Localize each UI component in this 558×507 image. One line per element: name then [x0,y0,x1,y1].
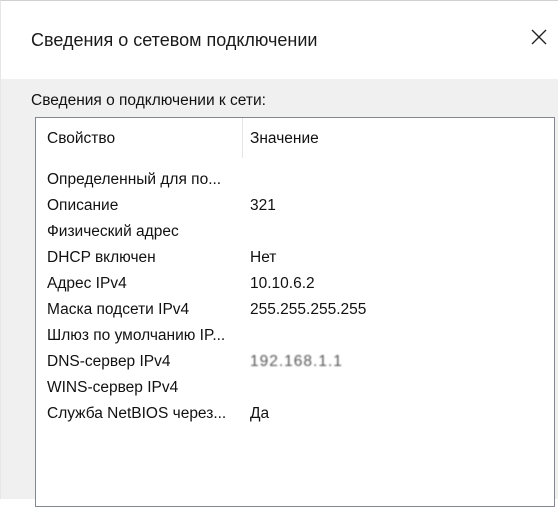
list-item[interactable]: Определенный для по... [36,167,554,193]
value-cell: 255.255.255.255 [250,301,367,318]
value-cell: 192.168.1.1 [250,353,343,370]
property-cell: WINS-сервер IPv4 [47,379,179,396]
property-cell: Адрес IPv4 [47,275,127,292]
value-cell: Да [250,405,270,422]
value-cell: Нет [250,249,277,266]
column-divider[interactable] [242,118,243,158]
list-rows: Определенный для по... Описание 321 Физи… [36,167,554,427]
property-cell: Маска подсети IPv4 [47,301,190,318]
close-icon [531,29,547,45]
list-item[interactable]: Шлюз по умолчанию IP... [36,323,554,349]
list-item[interactable]: DHCP включен Нет [36,245,554,271]
list-header: Свойство Значение [36,118,554,158]
close-button[interactable] [519,13,558,61]
list-item[interactable]: Адрес IPv4 10.10.6.2 [36,271,554,297]
window-title: Сведения о сетевом подключении [31,30,318,50]
list-item[interactable]: WINS-сервер IPv4 [36,375,554,401]
details-list-view[interactable]: Свойство Значение Определенный для по...… [35,117,555,507]
column-header-property[interactable]: Свойство [47,130,115,148]
column-header-value[interactable]: Значение [250,130,319,148]
list-item[interactable]: Служба NetBIOS через... Да [36,401,554,427]
connection-details-label: Сведения о подключении к сети: [31,92,266,109]
list-item[interactable]: Физический адрес [36,219,554,245]
property-cell: Физический адрес [47,223,179,240]
network-connection-details-window: Сведения о сетевом подключении Сведения … [0,0,558,507]
property-cell: Описание [47,197,119,214]
list-item[interactable]: Маска подсети IPv4 255.255.255.255 [36,297,554,323]
property-cell: Служба NetBIOS через... [47,405,227,422]
property-cell: DNS-сервер IPv4 [47,353,171,370]
property-cell: Определенный для по... [47,171,222,188]
list-item[interactable]: Описание 321 [36,193,554,219]
value-cell: 10.10.6.2 [250,275,315,292]
property-cell: DHCP включен [47,249,156,266]
title-bar: Сведения о сетевом подключении [1,1,558,79]
value-cell: 321 [250,197,276,214]
property-cell: Шлюз по умолчанию IP... [47,327,226,344]
list-item[interactable]: DNS-сервер IPv4 192.168.1.1 [36,349,554,375]
